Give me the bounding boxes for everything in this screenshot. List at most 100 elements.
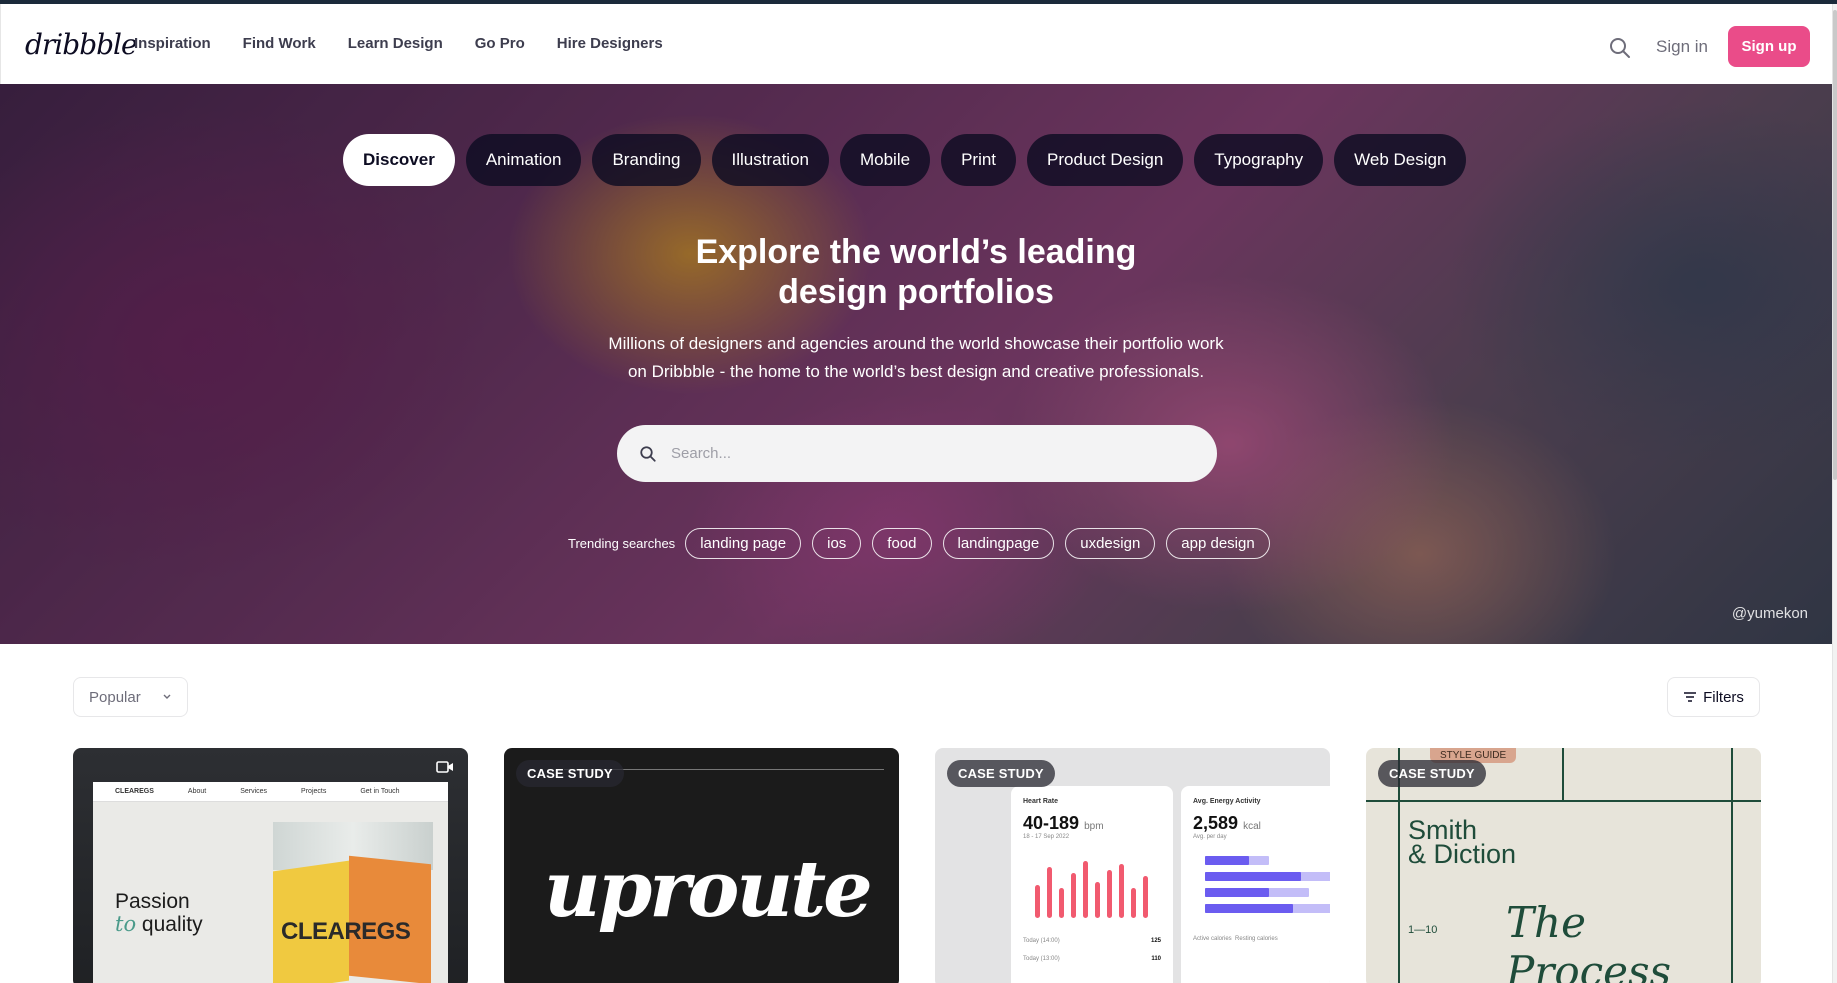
hero-artist-credit[interactable]: @yumekon (1732, 605, 1808, 622)
shot-card[interactable]: uproute CASE STUDY (504, 748, 899, 983)
smith-diction-title: Smith & Diction (1408, 817, 1517, 869)
uproute-wordmark: uproute (544, 844, 873, 935)
hero-title: Explore the world’s leading design portf… (0, 232, 1832, 312)
trending-searches: Trending searches landing page ios food … (568, 528, 1281, 559)
category-typography[interactable]: Typography (1194, 134, 1324, 186)
nav-learn-design[interactable]: Learn Design (348, 35, 443, 52)
scrollbar-thumb[interactable] (1833, 10, 1837, 480)
heart-rate-title: Heart Rate (1023, 798, 1059, 805)
category-print[interactable]: Print (941, 134, 1017, 186)
heart-rate-chart (1029, 858, 1159, 918)
energy-legend: Active calories Resting calories (1193, 936, 1278, 942)
process-script: The Process (1506, 898, 1672, 983)
row-value: 110 (1151, 956, 1161, 962)
category-product-design[interactable]: Product Design (1027, 134, 1184, 186)
mock-cube-text: CLEAREGS (281, 918, 411, 945)
heart-rate-bar (1047, 867, 1052, 918)
filters-label: Filters (1703, 688, 1744, 706)
hero-title-line2: design portfolios (778, 273, 1054, 311)
heart-rate-bar (1059, 888, 1064, 918)
mock-brand: CLEAREGS (115, 788, 154, 795)
page-range: 1—10 (1408, 924, 1438, 936)
heart-rate-unit: bpm (1084, 821, 1104, 832)
dribbble-logo[interactable]: dribbble (25, 28, 138, 61)
category-branding[interactable]: Branding (592, 134, 701, 186)
trending-tag[interactable]: food (872, 528, 932, 559)
shot-card[interactable]: STYLE GUIDE Smith & Diction 1—10 The Pro… (1366, 748, 1761, 983)
top-navbar: dribbble Inspiration Find Work Learn Des… (0, 4, 1832, 84)
hero-title-line1: Explore the world’s leading (695, 233, 1137, 271)
nav-inspiration[interactable]: Inspiration (134, 35, 211, 52)
category-tabs: Discover Animation Branding Illustration… (343, 134, 1467, 186)
title-line2: & Diction (1408, 839, 1517, 869)
hero-banner: Discover Animation Branding Illustration… (0, 84, 1832, 644)
nav-go-pro[interactable]: Go Pro (475, 35, 525, 52)
hero-search-input[interactable] (671, 445, 1191, 462)
active-bar (1205, 904, 1293, 913)
case-study-badge: CASE STUDY (516, 760, 624, 787)
category-mobile[interactable]: Mobile (839, 134, 931, 186)
row-label: Today (13:00) (1023, 956, 1060, 962)
hero-subtitle: Millions of designers and agencies aroun… (0, 330, 1832, 386)
shot-card[interactable]: CLEAREGS About Services Projects Get in … (73, 748, 468, 983)
filter-icon (1684, 692, 1697, 702)
trending-tag[interactable]: landingpage (942, 528, 1055, 559)
sign-up-button[interactable]: Sign up (1728, 26, 1810, 67)
heart-rate-row: Today (13:00) 110 (1023, 956, 1161, 962)
mock-headline-quality: quality (136, 913, 203, 936)
filters-button[interactable]: Filters (1667, 677, 1760, 717)
heart-rate-bar (1107, 870, 1112, 918)
active-bar (1205, 856, 1249, 865)
energy-sub: Avg. per day (1193, 834, 1227, 840)
trending-tag[interactable]: uxdesign (1065, 528, 1156, 559)
trending-label: Trending searches (568, 536, 676, 551)
trending-tag[interactable]: app design (1166, 528, 1270, 559)
category-illustration[interactable]: Illustration (711, 134, 829, 186)
legend-resting: Resting calories (1235, 936, 1278, 942)
heart-rate-bar (1143, 876, 1148, 918)
mock-headline-line1: Passion (115, 890, 190, 913)
energy-card: Avg. Energy Activity 2,589 kcal Avg. per… (1181, 786, 1330, 983)
mock-nav-item: Get in Touch (360, 788, 400, 795)
heart-rate-bar (1095, 882, 1100, 918)
heart-rate-bar (1071, 873, 1076, 918)
energy-unit: kcal (1243, 821, 1261, 832)
sort-dropdown[interactable]: Popular (73, 677, 188, 717)
trending-tag[interactable]: landing page (685, 528, 802, 559)
guide-rule (1562, 748, 1564, 802)
legend-active: Active calories (1193, 936, 1232, 942)
heart-rate-number: 40-189 (1023, 813, 1080, 833)
hero-subtitle-line2: on Dribbble - the home to the world’s be… (627, 362, 1205, 381)
heart-rate-row: Today (14:00) 125 (1023, 938, 1161, 944)
heart-rate-bar (1083, 861, 1088, 918)
shot-thumbnail: CLEAREGS About Services Projects Get in … (93, 782, 448, 983)
main-nav: Inspiration Find Work Learn Design Go Pr… (134, 35, 695, 52)
energy-title: Avg. Energy Activity (1193, 798, 1261, 805)
heart-rate-bar (1131, 888, 1136, 918)
trending-tag[interactable]: ios (812, 528, 862, 559)
shot-card[interactable]: Heart Rate 40-189 bpm 18 - 17 Sep 2022 T… (935, 748, 1330, 983)
category-web-design[interactable]: Web Design (1334, 134, 1467, 186)
video-icon (436, 761, 453, 773)
mock-headline-to: to (115, 912, 137, 936)
category-discover[interactable]: Discover (343, 134, 455, 186)
nav-actions: Sign in Sign up (1608, 26, 1810, 67)
active-bar (1205, 872, 1301, 881)
hero-search-bar[interactable] (617, 425, 1217, 482)
sign-in-link[interactable]: Sign in (1656, 37, 1708, 57)
heart-rate-bar (1119, 864, 1124, 918)
row-value: 125 (1150, 938, 1161, 944)
page-scrollbar[interactable] (1832, 4, 1837, 983)
sort-dropdown-value: Popular (89, 688, 141, 706)
mock-headline: Passion to quality (115, 890, 203, 936)
search-icon[interactable] (1608, 35, 1632, 59)
energy-number: 2,589 (1193, 813, 1239, 833)
nav-hire-designers[interactable]: Hire Designers (557, 35, 663, 52)
heart-rate-card: Heart Rate 40-189 bpm 18 - 17 Sep 2022 T… (1011, 786, 1173, 983)
heart-rate-bar (1035, 885, 1040, 918)
hero-subtitle-line1: Millions of designers and agencies aroun… (608, 334, 1224, 353)
nav-find-work[interactable]: Find Work (243, 35, 316, 52)
category-animation[interactable]: Animation (465, 134, 582, 186)
active-bar (1205, 888, 1269, 897)
case-study-badge: CASE STUDY (947, 760, 1055, 787)
